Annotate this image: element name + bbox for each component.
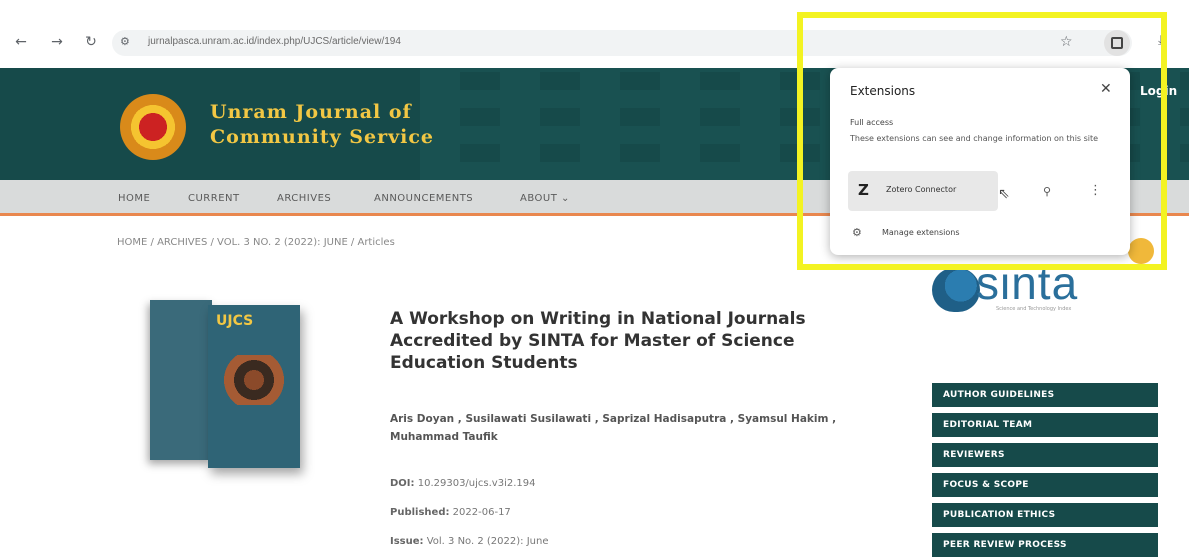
- annotation-highlight-box: [797, 12, 1167, 270]
- menu-current[interactable]: CURRENT: [188, 193, 240, 204]
- university-logo[interactable]: [120, 94, 186, 160]
- journal-title-line2: Community Service: [210, 126, 435, 148]
- menu-about[interactable]: ABOUT ⌄: [520, 193, 570, 204]
- published-date: 2022-06-17: [452, 507, 511, 518]
- sinta-mark-icon: [932, 268, 980, 312]
- sidebar-reviewers[interactable]: REVIEWERS: [932, 443, 1158, 467]
- cover-title: UJCS: [216, 313, 254, 329]
- sidebar-author-guidelines[interactable]: AUTHOR GUIDELINES: [932, 383, 1158, 407]
- article-authors: Aris Doyan , Susilawati Susilawati , Sap…: [390, 413, 837, 443]
- menu-home[interactable]: HOME: [118, 193, 150, 204]
- issue-link[interactable]: Vol. 3 No. 2 (2022): June: [427, 536, 549, 547]
- cover-artwork: [218, 355, 290, 405]
- journal-title[interactable]: Unram Journal of Community Service: [210, 100, 434, 150]
- article-title: A Workshop on Writing in National Journa…: [390, 309, 806, 373]
- sidebar-peer-review[interactable]: PEER REVIEW PROCESS: [932, 533, 1158, 557]
- published-line: Published: 2022-06-17: [390, 507, 511, 518]
- back-icon[interactable]: ←: [12, 33, 30, 51]
- site-info-icon[interactable]: ⚙: [120, 35, 130, 48]
- issue-label: Issue:: [390, 536, 424, 547]
- menu-archives[interactable]: ARCHIVES: [277, 193, 331, 204]
- reload-icon[interactable]: ↻: [82, 33, 100, 51]
- sidebar-publication-ethics[interactable]: PUBLICATION ETHICS: [932, 503, 1158, 527]
- journal-title-line1: Unram Journal of: [210, 101, 412, 123]
- doi-label: DOI:: [390, 478, 415, 489]
- doi-line: DOI: 10.29303/ujcs.v3i2.194: [390, 478, 536, 489]
- sinta-subtitle: Science and Technology Index: [996, 306, 1072, 312]
- sidebar-editorial-team[interactable]: EDITORIAL TEAM: [932, 413, 1158, 437]
- sidebar-focus-scope[interactable]: FOCUS & SCOPE: [932, 473, 1158, 497]
- menu-announcements[interactable]: ANNOUNCEMENTS: [374, 193, 473, 204]
- issue-line: Issue: Vol. 3 No. 2 (2022): June: [390, 536, 548, 547]
- doi-link[interactable]: 10.29303/ujcs.v3i2.194: [418, 478, 536, 489]
- journal-cover-image[interactable]: UJCS: [208, 305, 300, 468]
- forward-icon[interactable]: →: [48, 33, 66, 51]
- sinta-logo[interactable]: sinta Science and Technology Index: [932, 257, 1122, 322]
- breadcrumb[interactable]: HOME / ARCHIVES / VOL. 3 NO. 2 (2022): J…: [117, 237, 395, 248]
- journal-cover-back: [150, 300, 212, 460]
- url-text[interactable]: jurnalpasca.unram.ac.id/index.php/UJCS/a…: [148, 36, 401, 47]
- published-label: Published:: [390, 507, 450, 518]
